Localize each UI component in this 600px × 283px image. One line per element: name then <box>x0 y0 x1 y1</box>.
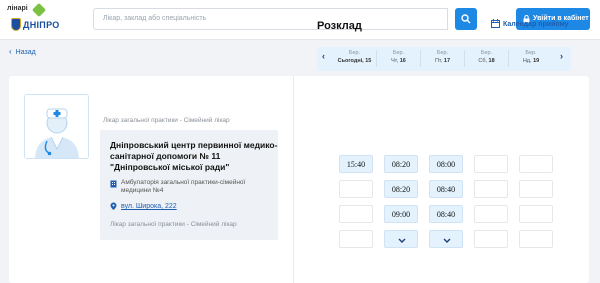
search-button[interactable] <box>455 8 477 30</box>
logo-city-text: ДНІПРО <box>23 20 60 30</box>
schedule-title: Розклад <box>317 20 362 32</box>
day-weekday: Пт, <box>434 58 444 64</box>
doctor-avatar <box>24 94 89 159</box>
empty-slot <box>519 205 553 223</box>
day-number: 19 <box>533 58 540 64</box>
time-slot[interactable]: 09:00 <box>384 205 418 223</box>
chevron-left-icon: ‹ <box>9 47 12 56</box>
search-icon <box>461 14 471 24</box>
day-tab-4[interactable]: Бер. Нд, 19 <box>509 50 553 67</box>
empty-slot <box>474 230 508 248</box>
empty-slot <box>474 155 508 173</box>
empty-slot <box>474 180 508 198</box>
show-more-slots-button[interactable] <box>429 230 463 248</box>
time-slot[interactable]: 08:40 <box>429 180 463 198</box>
empty-slot <box>519 230 553 248</box>
time-slot[interactable]: 15:40 <box>339 155 373 173</box>
chevron-down-icon <box>443 238 451 243</box>
day-tab-2[interactable]: Бер. Пт, 17 <box>421 50 465 67</box>
day-weekday: Нд, <box>522 58 534 64</box>
chevron-left-icon[interactable]: ‹ <box>322 51 325 61</box>
address-link[interactable]: вул. Широка, 222 <box>121 203 177 210</box>
ambulatory-name: Амбулаторія загальної практики-сімейної … <box>121 179 246 194</box>
search-input[interactable]: Лікар, заклад або спеціальність <box>93 8 448 30</box>
time-slot[interactable]: 08:40 <box>429 205 463 223</box>
time-slot[interactable]: 08:20 <box>384 180 418 198</box>
day-month: Бер. <box>348 50 361 56</box>
doctor-specialty: Лікар загальної практики - Сімейний ліка… <box>103 117 230 124</box>
day-month: Бер. <box>525 50 537 56</box>
day-month: Бер. <box>480 50 493 56</box>
site-logo[interactable]: лінарі ДНІПРО <box>7 2 60 35</box>
day-label: Сьогодні, 15 <box>333 57 376 65</box>
time-slot[interactable]: 08:20 <box>384 155 418 173</box>
empty-slot <box>519 155 553 173</box>
clinic-info-box: Дніпровський центр первинної медико-сані… <box>100 130 278 240</box>
day-tab-0[interactable]: Бер. Сьогодні, 15 <box>333 50 377 67</box>
doctor-avatar-icon <box>25 95 88 158</box>
clinic-name[interactable]: Дніпровський центр первинної медико-сані… <box>110 140 278 173</box>
logo-text: лінарі <box>7 5 28 12</box>
day-weekday: Сб, <box>478 58 489 64</box>
building-icon <box>110 180 117 188</box>
empty-slot <box>339 230 373 248</box>
day-label: Пт, 17 <box>421 57 464 65</box>
day-label: Чт, 16 <box>377 57 420 65</box>
day-selector: ‹ Бер. Сьогодні, 15 Бер. Чт, 16 Бер. Пт,… <box>317 47 571 71</box>
time-slot[interactable]: 08:00 <box>429 155 463 173</box>
back-link[interactable]: ‹ Назад <box>9 47 36 56</box>
empty-slot <box>519 180 553 198</box>
show-more-slots-button[interactable] <box>384 230 418 248</box>
calendar-link-label: Календар прийому <box>503 21 569 28</box>
map-pin-icon <box>110 202 117 210</box>
empty-slot <box>474 205 508 223</box>
back-label: Назад <box>15 49 36 56</box>
day-tab-1[interactable]: Бер. Чт, 16 <box>377 50 421 67</box>
doctor-specialty-secondary: Лікар загальної практики - Сімейний ліка… <box>110 221 237 228</box>
top-header: лінарі ДНІПРО Лікар, заклад або спеціаль… <box>0 0 600 40</box>
day-number: 17 <box>443 58 451 64</box>
day-label: Сб, 18 <box>465 57 508 65</box>
column-divider <box>293 76 294 283</box>
calendar-icon <box>491 19 500 28</box>
empty-slot <box>339 180 373 198</box>
day-number: 18 <box>488 58 495 64</box>
day-month: Бер. <box>436 50 449 56</box>
day-number: 16 <box>399 58 406 64</box>
day-label-bold: Сьогодні, 15 <box>337 58 372 64</box>
leaf-icon <box>31 2 47 18</box>
day-weekday: Чт, <box>391 58 400 64</box>
city-crest-icon <box>11 18 21 31</box>
day-month: Бер. <box>392 50 405 56</box>
day-tab-3[interactable]: Бер. Сб, 18 <box>465 50 509 67</box>
empty-slot <box>339 205 373 223</box>
chevron-down-icon <box>398 238 406 243</box>
day-label: Нд, 19 <box>509 57 553 65</box>
chevron-right-icon[interactable]: › <box>560 51 563 61</box>
